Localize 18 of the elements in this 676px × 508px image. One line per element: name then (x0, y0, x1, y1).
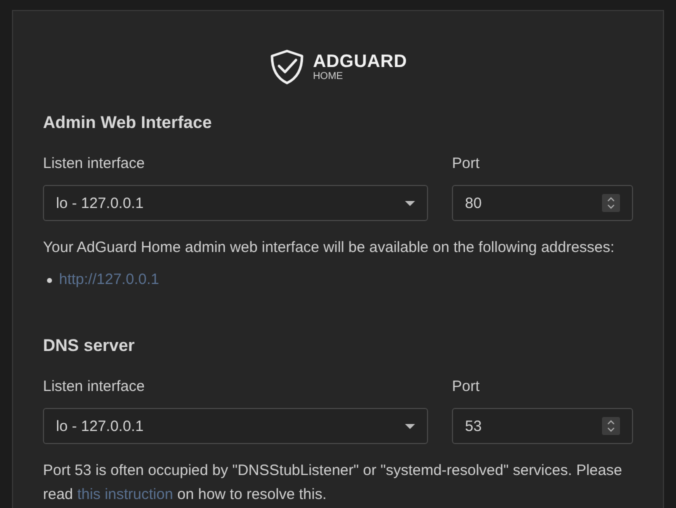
interface-dropdown[interactable]: lo - 127.0.0.1 (43, 185, 428, 221)
field-label: Port (452, 155, 481, 172)
caret-icon (405, 200, 415, 206)
field-label: Listen interface (43, 155, 146, 172)
info-text: Your AdGuard Home admin web interface will be available on the following addresses: (43, 238, 616, 258)
logo-name: ADGUARD (312, 51, 408, 71)
logo-subtitle: HOME (312, 71, 344, 83)
field-label: Port (452, 378, 481, 395)
port-field[interactable]: 53 (452, 408, 633, 444)
bullet-icon (47, 278, 52, 282)
section-title: Admin Web Interface (43, 113, 213, 133)
section-title: DNS server (43, 336, 136, 356)
caret-icon (405, 424, 415, 428)
shield-check-icon (268, 49, 305, 85)
field-label: Listen interface (43, 378, 146, 395)
info-text: Port 53 is often occupied by "DNSStubListener" or "systemd-resolved" services. Please read this instruction on how to resolve this. (43, 461, 624, 505)
port-field[interactable]: 80 (452, 185, 633, 221)
interface-dropdown[interactable]: lo - 127.0.0.1 (43, 408, 428, 444)
